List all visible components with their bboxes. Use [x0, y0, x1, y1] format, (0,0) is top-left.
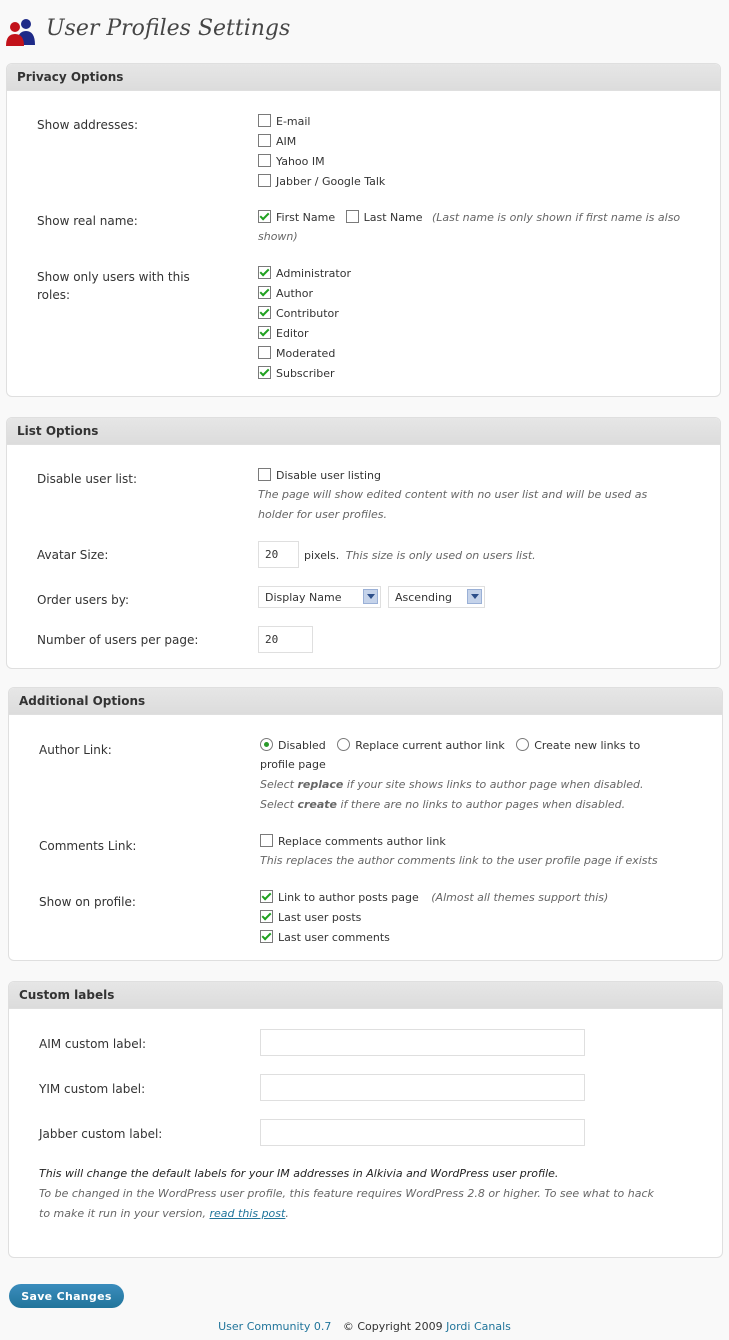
- first-name-checkbox[interactable]: [258, 210, 271, 223]
- email-option[interactable]: E-mail: [258, 114, 311, 128]
- role-administrator[interactable]: Administrator: [258, 266, 351, 280]
- author-link-disabled-radio[interactable]: [260, 738, 273, 751]
- users-per-page-label: Number of users per page:: [37, 633, 199, 647]
- author-link-note1: Select replace if your site shows links …: [260, 778, 644, 791]
- last-name-checkbox[interactable]: [345, 210, 359, 223]
- editor-checkbox[interactable]: [258, 326, 271, 339]
- last-user-posts-checkbox[interactable]: [260, 910, 273, 923]
- email-checkbox[interactable]: [258, 114, 271, 127]
- last-user-posts-option[interactable]: Last user posts: [260, 910, 361, 924]
- custom-labels-panel: Custom labels AIM custom label: YIM cust…: [8, 981, 723, 1258]
- custom-labels-note2: To be changed in the WordPress user prof…: [39, 1187, 654, 1200]
- page-title: User Profiles Settings: [46, 16, 291, 41]
- avatar-size-label: Avatar Size:: [37, 548, 109, 562]
- jabber-checkbox[interactable]: [258, 174, 271, 187]
- author-link-label: Author Link:: [39, 743, 112, 757]
- last-name-note-cont: shown): [258, 230, 298, 243]
- yim-custom-label-input[interactable]: [260, 1074, 585, 1101]
- last-user-comments-option[interactable]: Last user comments: [260, 930, 390, 944]
- disable-user-list-label: Disable user list:: [37, 472, 137, 486]
- role-editor[interactable]: Editor: [258, 326, 309, 340]
- custom-labels-title: Custom labels: [9, 982, 722, 1009]
- author-link-create-cont: profile page: [260, 758, 326, 771]
- roles-label-line2: roles:: [37, 288, 71, 302]
- disable-note-line2: holder for user profiles.: [258, 508, 388, 521]
- author-link-create-radio[interactable]: [516, 738, 530, 751]
- privacy-options-title: Privacy Options: [7, 64, 720, 91]
- show-real-name-label: Show real name:: [37, 214, 138, 228]
- aim-custom-label: AIM custom label:: [39, 1037, 146, 1051]
- disable-user-listing-option[interactable]: Disable user listing: [258, 468, 381, 482]
- comments-link-checkbox[interactable]: [260, 834, 273, 847]
- role-subscriber[interactable]: Subscriber: [258, 366, 335, 380]
- aim-option[interactable]: AIM: [258, 134, 296, 148]
- avatar-size-note: This size is only used on users list.: [345, 549, 536, 562]
- custom-labels-note1: This will change the default labels for …: [39, 1167, 559, 1180]
- aim-checkbox[interactable]: [258, 134, 271, 147]
- additional-options-panel: Additional Options Author Link: Disabled…: [8, 687, 723, 961]
- last-user-comments-checkbox[interactable]: [260, 930, 273, 943]
- plugin-link[interactable]: User Community 0.7: [218, 1320, 331, 1333]
- author-link[interactable]: Jordi Canals: [446, 1320, 511, 1333]
- users-icon: [6, 19, 35, 46]
- moderated-checkbox[interactable]: [258, 346, 271, 359]
- author-link-note2: Select create if there are no links to a…: [260, 798, 626, 811]
- additional-options-title: Additional Options: [9, 688, 722, 715]
- read-this-post-link[interactable]: read this post: [210, 1207, 286, 1220]
- roles-label-line1: Show only users with this: [37, 270, 190, 284]
- disable-user-listing-checkbox[interactable]: [258, 468, 271, 481]
- comments-link-note: This replaces the author comments link t…: [260, 854, 658, 867]
- last-name-note: (Last name is only shown if first name i…: [431, 211, 681, 224]
- jabber-custom-label: Jabber custom label:: [39, 1127, 163, 1141]
- author-checkbox[interactable]: [258, 286, 271, 299]
- administrator-checkbox[interactable]: [258, 266, 271, 279]
- aim-custom-label-input[interactable]: [260, 1029, 585, 1056]
- real-name-options: First Name Last Name (Last name is only …: [258, 210, 680, 224]
- privacy-options-panel: Privacy Options Show addresses: E-mail A…: [6, 63, 721, 397]
- copyright-text: © Copyright 2009: [342, 1320, 443, 1333]
- save-changes-button[interactable]: Save Changes: [9, 1284, 124, 1308]
- order-direction-select[interactable]: Ascending: [388, 586, 485, 608]
- disable-note-line1: The page will show edited content with n…: [258, 488, 648, 501]
- avatar-size-unit: pixels. This size is only used on users …: [304, 549, 536, 562]
- jabber-option[interactable]: Jabber / Google Talk: [258, 174, 385, 188]
- yahoo-im-option[interactable]: Yahoo IM: [258, 154, 325, 168]
- contributor-checkbox[interactable]: [258, 306, 271, 319]
- role-contributor[interactable]: Contributor: [258, 306, 339, 320]
- users-per-page-input[interactable]: 20: [258, 626, 313, 653]
- avatar-size-input[interactable]: 20: [258, 541, 299, 568]
- chevron-down-icon[interactable]: [363, 589, 378, 604]
- chevron-down-icon[interactable]: [467, 589, 482, 604]
- list-options-title: List Options: [7, 418, 720, 445]
- jabber-custom-label-input[interactable]: [260, 1119, 585, 1146]
- list-options-panel: List Options Disable user list: Disable …: [6, 417, 721, 669]
- author-link-replace-radio[interactable]: [337, 738, 351, 751]
- yahoo-im-checkbox[interactable]: [258, 154, 271, 167]
- author-posts-link-note: (Almost all themes support this): [431, 891, 609, 904]
- show-addresses-label: Show addresses:: [37, 118, 139, 132]
- yim-custom-label: YIM custom label:: [39, 1082, 146, 1096]
- comments-link-label: Comments Link:: [39, 839, 137, 853]
- order-users-label: Order users by:: [37, 593, 130, 607]
- author-posts-link-option[interactable]: Link to author posts page (Almost all th…: [260, 890, 608, 904]
- author-link-options: Disabled Replace current author link Cre…: [260, 738, 640, 752]
- subscriber-checkbox[interactable]: [258, 366, 271, 379]
- show-on-profile-label: Show on profile:: [39, 895, 136, 909]
- footer: User Community 0.7 © Copyright 2009 Jord…: [0, 1320, 729, 1333]
- comments-link-option[interactable]: Replace comments author link: [260, 834, 446, 848]
- role-author[interactable]: Author: [258, 286, 313, 300]
- role-moderated[interactable]: Moderated: [258, 346, 335, 360]
- author-posts-link-checkbox[interactable]: [260, 890, 273, 903]
- custom-labels-note3: to make it run in your version, read thi…: [39, 1207, 289, 1220]
- order-field-select[interactable]: Display Name: [258, 586, 381, 608]
